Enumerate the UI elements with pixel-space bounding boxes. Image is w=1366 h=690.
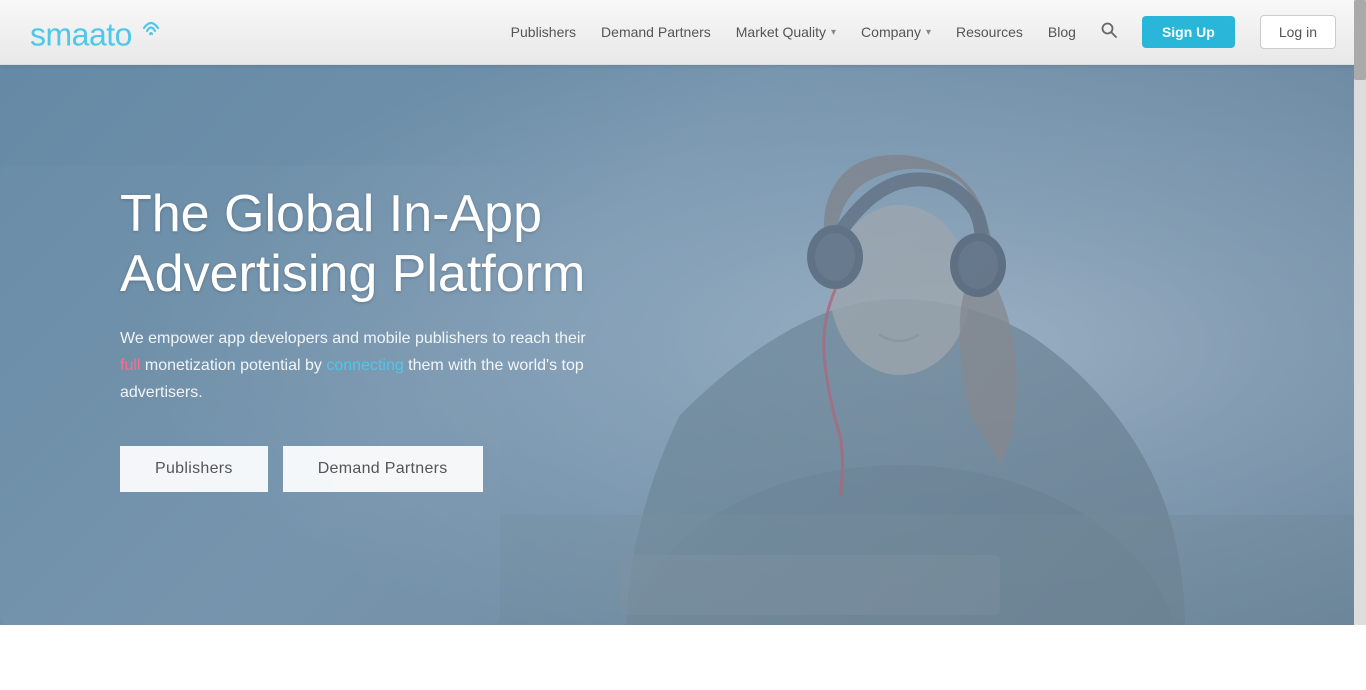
- hero-buttons: Publishers Demand Partners: [120, 446, 600, 492]
- hero-title: The Global In-AppAdvertising Platform: [120, 185, 600, 305]
- nav-company[interactable]: Company: [861, 24, 931, 40]
- hero-section: The Global In-AppAdvertising Platform We…: [0, 65, 1366, 625]
- logo-signal: [133, 10, 162, 40]
- signup-button[interactable]: Sign Up: [1142, 16, 1235, 48]
- logo[interactable]: smaato: [30, 10, 162, 54]
- nav-publishers[interactable]: Publishers: [511, 24, 576, 40]
- hero-content: The Global In-AppAdvertising Platform We…: [120, 185, 600, 492]
- nav-demand-partners[interactable]: Demand Partners: [601, 24, 711, 40]
- scrollbar-thumb[interactable]: [1354, 0, 1366, 80]
- header: smaato Publishers Demand Partners Market…: [0, 0, 1366, 65]
- main-nav: Publishers Demand Partners Market Qualit…: [511, 15, 1336, 49]
- demand-partners-button[interactable]: Demand Partners: [283, 446, 483, 492]
- nav-blog[interactable]: Blog: [1048, 24, 1076, 40]
- subtitle-full: full: [120, 357, 140, 374]
- hero-subtitle: We empower app developers and mobile pub…: [120, 325, 600, 407]
- scrollbar[interactable]: [1354, 0, 1366, 625]
- logo-text: smaato: [30, 10, 162, 54]
- nav-resources[interactable]: Resources: [956, 24, 1023, 40]
- publishers-button[interactable]: Publishers: [120, 446, 268, 492]
- search-icon[interactable]: [1101, 22, 1117, 43]
- subtitle-connecting: connecting: [326, 357, 403, 374]
- subtitle-part1: We empower app developers and mobile pub…: [120, 330, 586, 347]
- login-button[interactable]: Log in: [1260, 15, 1336, 49]
- subtitle-part2: monetization potential by: [140, 357, 326, 374]
- nav-market-quality[interactable]: Market Quality: [736, 24, 836, 40]
